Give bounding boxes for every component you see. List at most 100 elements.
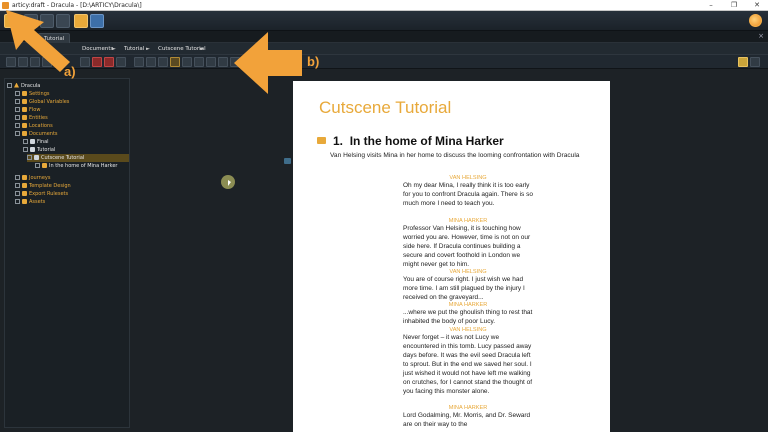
arrow-back-icon[interactable]	[134, 57, 144, 67]
text-size-icon[interactable]	[194, 57, 204, 67]
app-menu-icon[interactable]	[4, 14, 18, 28]
breadcrumb-cutscene-tutorial[interactable]: Cutscene Tutorial	[158, 43, 206, 55]
filter-icon[interactable]	[30, 57, 40, 67]
flow-icon	[22, 106, 27, 112]
expand-icon[interactable]	[15, 98, 20, 104]
expand-icon[interactable]	[15, 174, 20, 180]
expand-icon[interactable]	[15, 90, 20, 96]
app-logo-icon	[2, 2, 9, 9]
tree-item-final[interactable]: Final	[23, 138, 49, 146]
tree-item-tutorial[interactable]: Tutorial	[23, 146, 55, 154]
minimize-button[interactable]: –	[700, 0, 722, 11]
document-page: Cutscene Tutorial 1. In the home of Mina…	[293, 81, 610, 432]
new-icon[interactable]	[6, 57, 16, 67]
dialogue-line[interactable]: Lord Godalming, Mr. Morris, and Dr. Sewa…	[403, 411, 535, 429]
tree-item-cutscene-tutorial[interactable]: Cutscene Tutorial	[27, 154, 129, 162]
tree-item-in-the-home-of-mina-harker[interactable]: In the home of Mina Harker	[35, 162, 117, 170]
undo-icon[interactable]	[56, 14, 70, 28]
copy-icon[interactable]	[42, 57, 52, 67]
trash-icon[interactable]	[116, 57, 126, 67]
tree-item-export-rulesets[interactable]: Export Rulesets	[15, 190, 68, 198]
open-icon[interactable]	[18, 57, 28, 67]
document-title[interactable]: Cutscene Tutorial	[319, 98, 451, 118]
breadcrumb: Documents ► Tutorial ► Cutscene Tutorial…	[0, 43, 768, 55]
template-icon	[22, 182, 27, 188]
document-icon	[30, 138, 35, 144]
dialogue-line[interactable]: Professor Van Helsing, it is touching ho…	[403, 224, 535, 269]
section-icon	[317, 137, 326, 144]
variables-icon	[22, 98, 27, 104]
list-icon[interactable]	[74, 14, 88, 28]
settings-icon[interactable]	[750, 57, 760, 67]
check-icon[interactable]	[158, 57, 168, 67]
dialogue-line[interactable]: ...where we put the ghoulish thing to re…	[403, 308, 535, 326]
dialogue-line[interactable]: You are of course right. I just wish we …	[403, 275, 535, 302]
user-avatar[interactable]	[749, 14, 762, 27]
link-icon[interactable]	[146, 57, 156, 67]
expand-icon[interactable]	[15, 106, 20, 112]
window-title: articy:draft - Dracula - [D:\ARTICY\Drac…	[12, 2, 142, 9]
tree-item-template-design[interactable]: Template Design	[15, 182, 71, 190]
locations-icon	[22, 122, 27, 128]
main-toolbar	[0, 11, 768, 31]
maximize-button[interactable]: ❐	[723, 0, 745, 11]
expand-icon[interactable]	[23, 138, 28, 144]
help-icon[interactable]	[90, 14, 104, 28]
section-heading[interactable]: 1. In the home of Mina Harker	[333, 134, 504, 148]
breadcrumb-documents[interactable]: Documents	[82, 43, 113, 55]
expand-icon[interactable]	[35, 162, 40, 168]
expand-icon[interactable]	[15, 190, 20, 196]
section-description[interactable]: Van Helsing visits Mina in her home to d…	[330, 151, 580, 161]
tree-item-assets[interactable]: Assets	[15, 198, 45, 206]
layout-icon[interactable]	[170, 57, 180, 67]
panel-icon[interactable]	[738, 57, 748, 67]
secondary-toolbar	[0, 55, 768, 69]
close-tab-icon[interactable]: ×	[758, 32, 764, 40]
section-icon	[42, 162, 47, 168]
dialogue-line[interactable]: Never forget – it was not Lucy we encoun…	[403, 333, 535, 396]
tree-item-entities[interactable]: Entities	[15, 114, 48, 122]
expand-icon[interactable]	[27, 154, 32, 160]
splitter-handle[interactable]	[284, 158, 291, 164]
expand-icon[interactable]	[23, 146, 28, 152]
assets-icon	[22, 198, 27, 204]
tree-item-global-variables[interactable]: Global Variables	[15, 98, 69, 106]
expand-icon[interactable]	[7, 82, 12, 88]
tree-item-journeys[interactable]: Journeys	[15, 174, 50, 182]
expand-icon[interactable]	[15, 182, 20, 188]
breadcrumb-separator: ►	[200, 46, 204, 52]
grid-icon[interactable]	[40, 14, 54, 28]
tree-item-dracula[interactable]: Dracula	[7, 82, 40, 90]
export-icon[interactable]	[230, 57, 240, 67]
annotation-label-b: b)	[307, 54, 320, 69]
zoom-icon[interactable]	[182, 57, 192, 67]
documents-icon	[22, 130, 27, 136]
remove-icon[interactable]	[104, 57, 114, 67]
dialogue-line[interactable]: Oh my dear Mina, I really think it is to…	[403, 181, 535, 208]
document-icon	[30, 146, 35, 152]
breadcrumb-separator: ►	[146, 46, 150, 52]
mouse-pointer-icon	[228, 180, 231, 186]
save-icon[interactable]	[24, 14, 38, 28]
tab-tutorial[interactable]: Tutorial	[38, 33, 71, 43]
tree-item-settings[interactable]: Settings	[15, 90, 50, 98]
breadcrumb-separator: ►	[112, 46, 116, 52]
redo-icon[interactable]	[218, 57, 228, 67]
tree-item-locations[interactable]: Locations	[15, 122, 53, 130]
breadcrumb-tutorial[interactable]: Tutorial	[124, 43, 144, 55]
undo-icon[interactable]	[206, 57, 216, 67]
expand-icon[interactable]	[15, 122, 20, 128]
journeys-icon	[22, 174, 27, 180]
expand-icon[interactable]	[15, 130, 20, 136]
delete-icon[interactable]	[92, 57, 102, 67]
export-icon	[22, 190, 27, 196]
lock-icon[interactable]	[80, 57, 90, 67]
title-bar: articy:draft - Dracula - [D:\ARTICY\Drac…	[0, 0, 768, 11]
tree-item-flow[interactable]: Flow	[15, 106, 40, 114]
close-button[interactable]: ✕	[746, 0, 768, 11]
tree-item-documents[interactable]: Documents	[15, 130, 58, 138]
navigator-tree: Dracula Settings Global Variables Flow E…	[4, 78, 130, 428]
expand-icon[interactable]	[15, 198, 20, 204]
expand-icon[interactable]	[15, 114, 20, 120]
entities-icon	[22, 114, 27, 120]
